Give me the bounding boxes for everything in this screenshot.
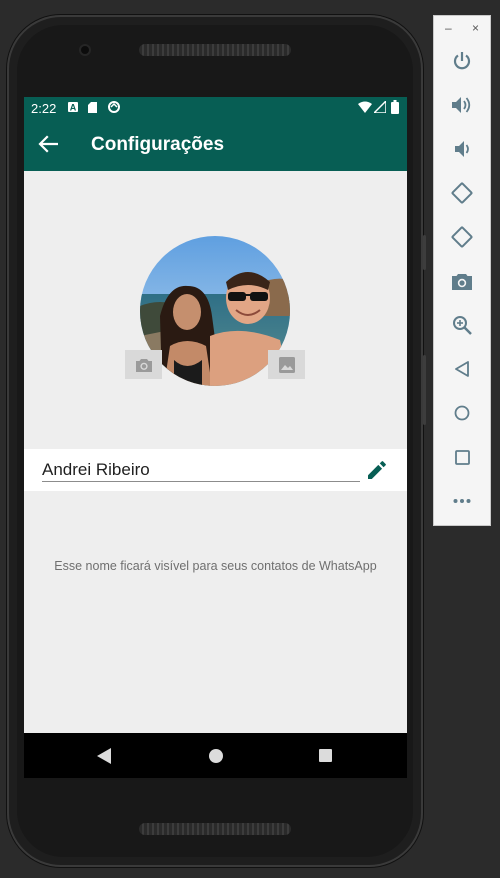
image-icon (278, 356, 295, 373)
screenshot-button[interactable] (448, 267, 476, 295)
volume-down-icon (455, 141, 469, 157)
name-row (24, 449, 407, 491)
camera-button[interactable] (125, 350, 162, 379)
side-button-bottom[interactable] (423, 355, 426, 425)
battery-icon (391, 100, 399, 114)
bottom-speaker-grille (139, 823, 291, 835)
more-icon (453, 499, 471, 503)
home-button[interactable] (448, 399, 476, 427)
notification-a-icon: A (68, 102, 78, 112)
sd-card-icon (88, 102, 97, 113)
arrow-left-icon[interactable] (38, 135, 58, 153)
zoom-button[interactable] (448, 311, 476, 339)
home-circle-icon (209, 748, 223, 763)
volume-up-icon (452, 97, 471, 113)
back-triangle-icon (97, 747, 111, 764)
camera-icon (135, 358, 152, 372)
overview-button[interactable] (448, 443, 476, 471)
signal-icon (374, 101, 386, 113)
name-visibility-hint: Esse nome ficará visível para seus conta… (54, 559, 377, 573)
screenshot-icon (452, 273, 472, 290)
rotate-right-button[interactable] (448, 223, 476, 251)
status-time: 2:22 (31, 101, 57, 116)
status-bar: 2:22 A (24, 97, 407, 119)
front-camera (81, 46, 89, 54)
power-icon (453, 52, 471, 70)
rotate-left-button[interactable] (448, 179, 476, 207)
home-icon (454, 405, 470, 421)
gallery-button[interactable] (268, 350, 305, 379)
back-icon (455, 361, 469, 377)
device-screen: 2:22 A Configurações Andrei Ribeiro Esse… (24, 97, 407, 778)
side-button-top[interactable] (423, 235, 426, 270)
close-button[interactable]: × (472, 21, 479, 35)
android-nav-bar (24, 733, 407, 778)
nav-recents-button[interactable] (305, 733, 345, 778)
page-title: Configurações (91, 134, 225, 155)
overview-icon (454, 449, 470, 465)
nav-home-button[interactable] (196, 733, 236, 778)
nav-back-button[interactable] (84, 733, 124, 778)
rotate-left-icon (451, 182, 473, 204)
pencil-icon[interactable] (368, 461, 386, 479)
volume-up-button[interactable] (448, 91, 476, 119)
recents-square-icon (318, 749, 332, 762)
volume-down-button[interactable] (448, 135, 476, 163)
rotate-right-icon (451, 226, 473, 248)
minimize-button[interactable]: – (445, 21, 452, 35)
sync-icon (108, 101, 120, 113)
power-button[interactable] (448, 47, 476, 75)
top-speaker-grille (139, 44, 291, 56)
name-input[interactable] (42, 459, 360, 482)
emulator-toolbar: – × (433, 15, 491, 526)
back-button[interactable] (448, 355, 476, 383)
app-bar: Configurações (24, 119, 407, 171)
wifi-icon (358, 101, 372, 113)
svg-text:A: A (70, 103, 77, 113)
more-button[interactable] (448, 487, 476, 515)
zoom-icon (453, 316, 472, 335)
